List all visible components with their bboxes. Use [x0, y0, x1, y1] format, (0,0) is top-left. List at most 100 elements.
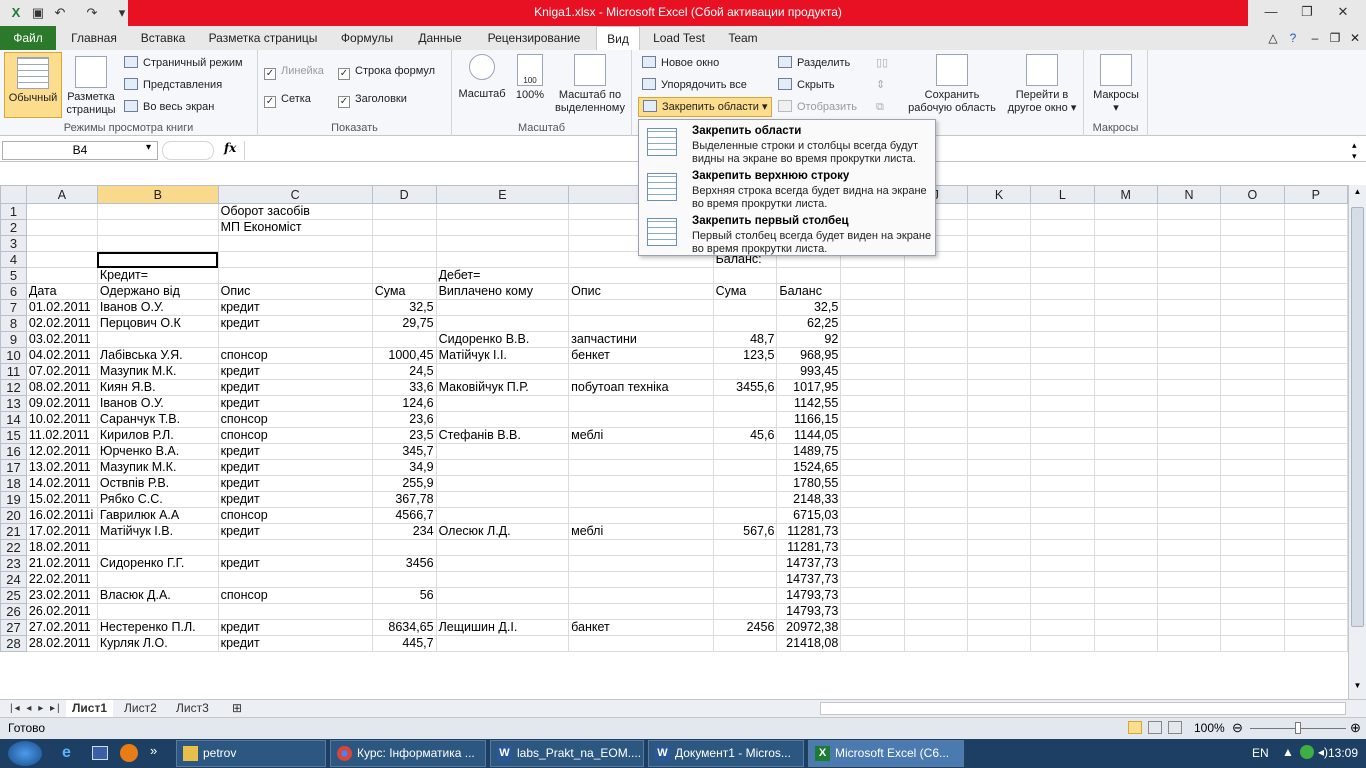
cell[interactable]: [712, 539, 778, 556]
cell[interactable]: Оборот засобів: [217, 203, 373, 220]
cell[interactable]: [1283, 491, 1348, 508]
row-header[interactable]: 15: [0, 427, 27, 444]
cell[interactable]: [1030, 363, 1095, 380]
cell[interactable]: кредит: [217, 443, 373, 460]
cell[interactable]: 14793,73: [776, 587, 842, 604]
cell[interactable]: [435, 411, 570, 428]
cell[interactable]: 6715,03: [776, 507, 842, 524]
cell[interactable]: [1220, 395, 1285, 412]
cell[interactable]: [1093, 587, 1158, 604]
cell[interactable]: [903, 459, 968, 476]
row-header[interactable]: 19: [0, 491, 27, 508]
cell[interactable]: кредит: [217, 315, 373, 332]
cell[interactable]: [1156, 619, 1222, 636]
tab-file[interactable]: Файл: [0, 26, 56, 50]
cell[interactable]: [25, 251, 98, 268]
cell[interactable]: [371, 219, 437, 236]
cell[interactable]: [1156, 203, 1222, 220]
cell[interactable]: [1156, 443, 1222, 460]
cell[interactable]: меблі: [568, 427, 714, 444]
cell[interactable]: [903, 363, 968, 380]
cell[interactable]: [25, 267, 98, 284]
cell[interactable]: МП Економіст: [217, 219, 373, 236]
cell[interactable]: 21418,08: [776, 635, 842, 652]
cell[interactable]: [1156, 299, 1222, 316]
cell[interactable]: Власюк Д.А.: [96, 587, 219, 604]
cell[interactable]: [435, 539, 570, 556]
doc-restore-icon[interactable]: ❐: [1326, 26, 1344, 50]
cell[interactable]: [1156, 523, 1222, 540]
zoom-selection-button[interactable]: Масштаб по выделенному: [552, 54, 628, 115]
cell[interactable]: 445,7: [371, 635, 437, 652]
cell[interactable]: 11281,73: [776, 523, 842, 540]
undo-icon[interactable]: ↶: [50, 3, 70, 23]
zoom-button[interactable]: Масштаб: [456, 54, 508, 101]
cell[interactable]: [903, 395, 968, 412]
cell[interactable]: [1220, 347, 1285, 364]
row-header[interactable]: 9: [0, 331, 27, 348]
cell[interactable]: [1093, 331, 1158, 348]
cell[interactable]: [217, 251, 373, 268]
scroll-up-icon[interactable]: ▲: [1351, 187, 1364, 201]
unhide-button[interactable]: Отобразить: [778, 98, 857, 116]
cell[interactable]: кредит: [217, 523, 373, 540]
cell[interactable]: [1093, 347, 1158, 364]
custom-views-button[interactable]: Представления: [124, 76, 222, 94]
tab-load-test[interactable]: Load Test: [646, 26, 712, 50]
cell[interactable]: [1093, 315, 1158, 332]
row-header[interactable]: 23: [0, 555, 27, 572]
cell[interactable]: [1030, 587, 1095, 604]
cell[interactable]: [712, 475, 778, 492]
row-header[interactable]: 6: [0, 283, 27, 300]
cell[interactable]: [1030, 635, 1095, 652]
cell[interactable]: [568, 555, 714, 572]
menu-item-freeze-first-column[interactable]: Закрепить первый столбец Первый столбец …: [639, 212, 935, 257]
cell[interactable]: [1030, 523, 1095, 540]
cell[interactable]: [1030, 619, 1095, 636]
doc-close-icon[interactable]: ✕: [1346, 26, 1364, 50]
cell[interactable]: 17.02.2011: [25, 523, 98, 540]
cell[interactable]: 14737,73: [776, 555, 842, 572]
cell[interactable]: [1156, 379, 1222, 396]
cell[interactable]: [1093, 443, 1158, 460]
cell[interactable]: [1030, 219, 1095, 236]
cell[interactable]: [1220, 363, 1285, 380]
cell[interactable]: [1093, 395, 1158, 412]
row-header[interactable]: 14: [0, 411, 27, 428]
cell[interactable]: [1156, 539, 1222, 556]
switch-windows-button[interactable]: Перейти в другое окно ▾: [1004, 54, 1080, 115]
cell[interactable]: [776, 267, 842, 284]
cell[interactable]: [903, 331, 968, 348]
cell[interactable]: [1283, 587, 1348, 604]
cell[interactable]: [712, 395, 778, 412]
page-layout-status-icon[interactable]: [1148, 721, 1162, 734]
sheet-tab-2[interactable]: Лист2: [118, 700, 163, 717]
row-header[interactable]: 20: [0, 507, 27, 524]
row-header[interactable]: 2: [0, 219, 27, 236]
cell[interactable]: банкет: [568, 619, 714, 636]
cell[interactable]: [903, 539, 968, 556]
row-header[interactable]: 1: [0, 203, 27, 220]
cell[interactable]: [96, 603, 219, 620]
cell[interactable]: [840, 555, 905, 572]
cell[interactable]: [1220, 523, 1285, 540]
cell[interactable]: [903, 347, 968, 364]
cell[interactable]: [712, 635, 778, 652]
cell[interactable]: 255,9: [371, 475, 437, 492]
zoom-slider[interactable]: [1250, 722, 1346, 734]
cell[interactable]: [966, 539, 1032, 556]
cell[interactable]: [1093, 363, 1158, 380]
cell[interactable]: Сума: [371, 283, 437, 300]
insert-sheet-icon[interactable]: ⊞: [226, 700, 248, 717]
cell[interactable]: [1220, 251, 1285, 268]
cell[interactable]: [1220, 459, 1285, 476]
sheet-tab-3[interactable]: Лист3: [170, 700, 215, 717]
cell[interactable]: [840, 395, 905, 412]
cell[interactable]: 14793,73: [776, 603, 842, 620]
cell[interactable]: [966, 203, 1032, 220]
cell[interactable]: кредит: [217, 363, 373, 380]
clock[interactable]: 13:09: [1328, 746, 1358, 760]
cell[interactable]: [371, 331, 437, 348]
cell[interactable]: [712, 459, 778, 476]
cell[interactable]: [1093, 523, 1158, 540]
